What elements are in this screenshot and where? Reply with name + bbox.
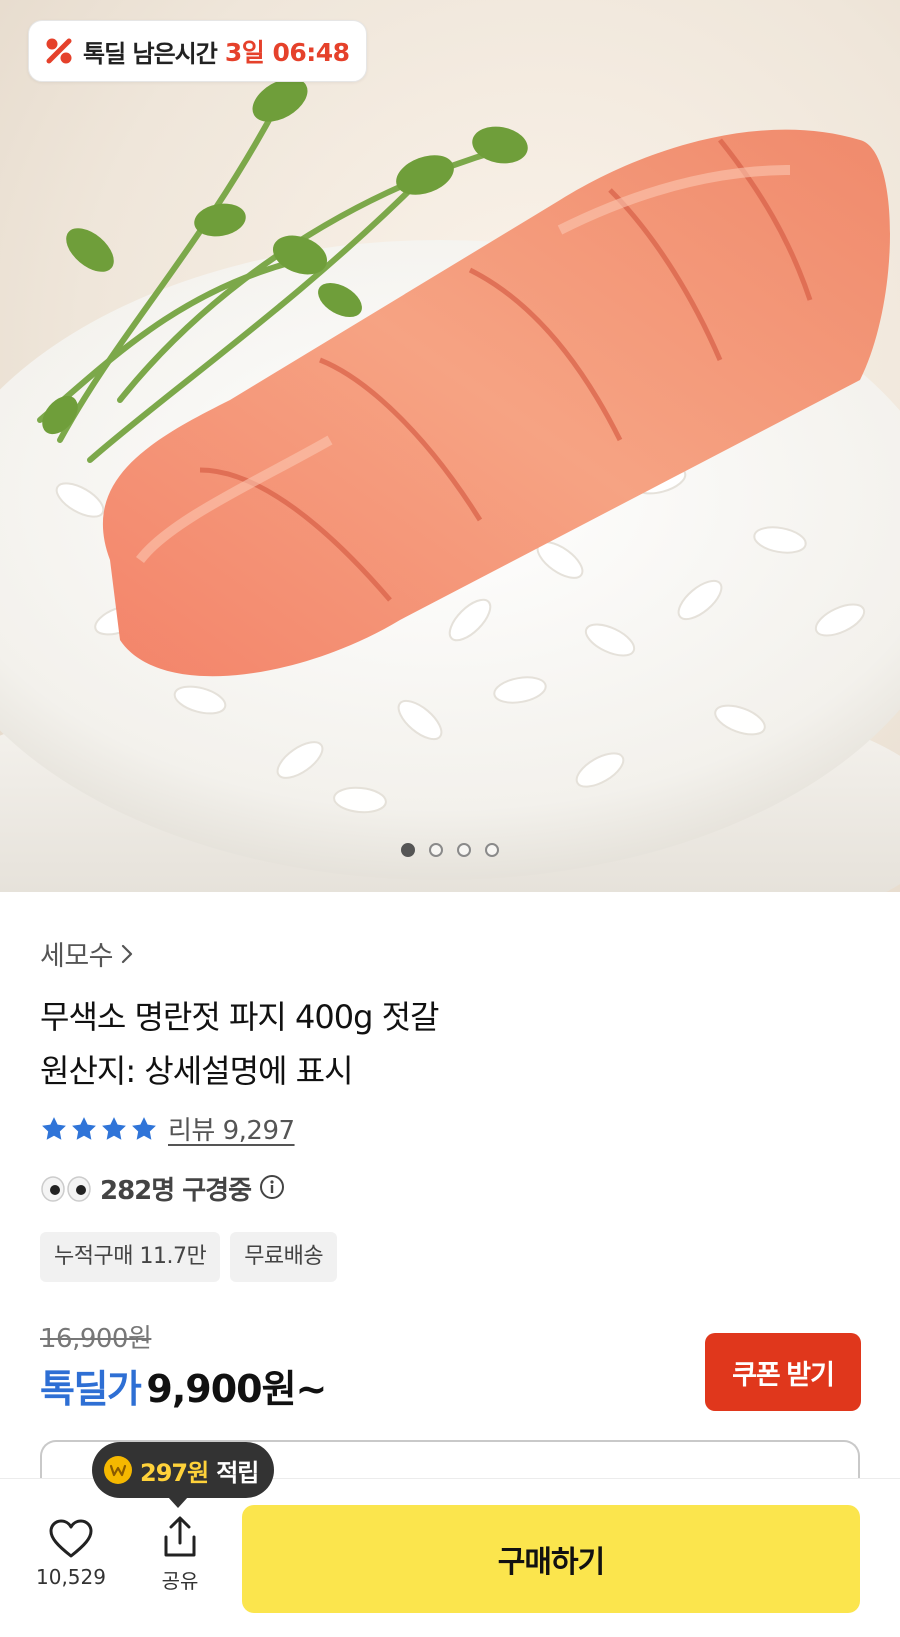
- carousel-dot-2[interactable]: [429, 843, 443, 857]
- coupon-button[interactable]: 쿠폰 받기: [705, 1333, 861, 1411]
- star-icon: [72, 1116, 96, 1140]
- viewers-indicator: 282명 구경중: [40, 1170, 285, 1207]
- product-title-line-1: 무색소 명란젓 파지 400g 젓갈: [40, 998, 439, 1036]
- deal-label: 톡딜가: [40, 1367, 142, 1411]
- bottom-action-bar: 10,529 공유 구매하기: [0, 1478, 900, 1637]
- timer-value: 3일 06:48: [224, 38, 350, 67]
- timer-label: 톡딜 남은시간: [83, 39, 218, 68]
- deal-price-row: 톡딜가 9,900원~: [40, 1358, 327, 1413]
- rating-stars: [40, 1115, 158, 1143]
- chevron-right-icon: [121, 944, 133, 963]
- like-count: 10,529: [36, 1565, 106, 1589]
- tag-free-shipping: 무료배송: [230, 1232, 338, 1282]
- star-icon: [102, 1116, 126, 1140]
- share-button[interactable]: 공유: [150, 1515, 210, 1594]
- share-icon: [164, 1516, 196, 1557]
- eyes-icon: [40, 1175, 92, 1203]
- star-icon: [132, 1116, 156, 1140]
- deal-price: 9,900원~: [146, 1367, 327, 1411]
- brand-name: 세모수: [40, 941, 114, 972]
- product-title-line-2: 원산지: 상세설명에 표시: [40, 1052, 354, 1090]
- carousel-dot-1[interactable]: [401, 843, 415, 857]
- coin-icon: [104, 1456, 132, 1484]
- brand-link[interactable]: 세모수: [40, 934, 135, 973]
- deal-timer-badge: 톡딜 남은시간 3일 06:48: [28, 20, 367, 82]
- original-price: 16,900원: [40, 1324, 152, 1354]
- product-image-carousel[interactable]: 톡딜 남은시간 3일 06:48: [0, 0, 900, 892]
- reward-amount: 297원: [140, 1458, 209, 1487]
- like-button[interactable]: 10,529: [36, 1519, 106, 1589]
- reward-text: 적립: [216, 1458, 259, 1487]
- review-count-link[interactable]: 리뷰 9,297: [168, 1110, 295, 1147]
- tag-cumulative-purchases: 누적구매 11.7만: [40, 1232, 221, 1282]
- info-icon[interactable]: [259, 1174, 285, 1204]
- carousel-dot-3[interactable]: [457, 843, 471, 857]
- carousel-dot-4[interactable]: [485, 843, 499, 857]
- product-photo: [0, 78, 900, 892]
- product-title: 무색소 명란젓 파지 400g 젓갈 원산지: 상세설명에 표시: [40, 990, 439, 1098]
- star-icon: [42, 1116, 66, 1140]
- rating-row: 리뷰 9,297: [40, 1110, 295, 1147]
- percent-icon: [43, 35, 75, 67]
- viewers-count: 282명 구경중: [100, 1176, 252, 1206]
- share-label: 공유: [161, 1569, 199, 1593]
- product-tags: 누적구매 11.7만 무료배송: [40, 1232, 338, 1282]
- buy-button[interactable]: 구매하기: [242, 1505, 860, 1613]
- reward-tooltip: 297원 적립: [92, 1442, 275, 1508]
- carousel-pagination: [0, 843, 900, 857]
- heart-icon: [49, 1519, 93, 1558]
